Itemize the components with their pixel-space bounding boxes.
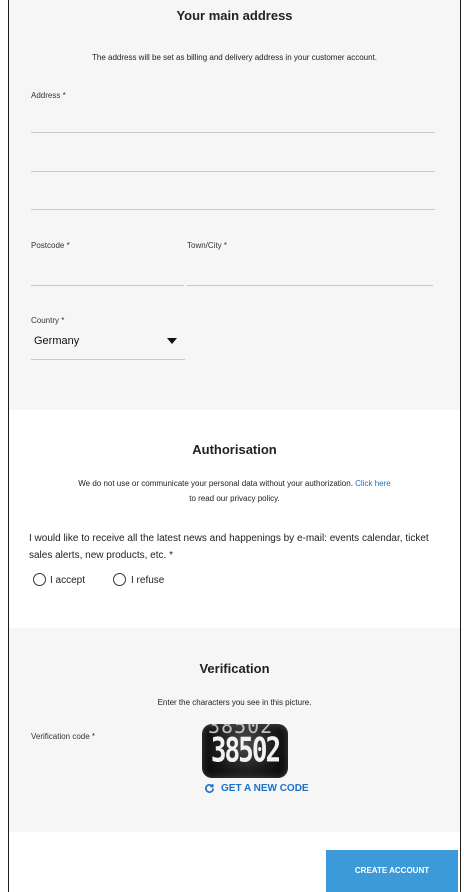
address-label: Address *	[31, 91, 66, 100]
create-account-button[interactable]: CREATE ACCOUNT	[326, 850, 458, 892]
captcha-text: 38502	[210, 731, 281, 771]
country-label: Country *	[31, 316, 65, 325]
authorisation-section: Authorisation We do not use or communica…	[9, 410, 460, 628]
privacy-text: We do not use or communicate your person…	[78, 479, 353, 488]
refuse-radio[interactable]	[113, 573, 126, 586]
refuse-label[interactable]: I refuse	[131, 575, 164, 586]
address-line-2-input[interactable]	[31, 171, 435, 172]
accept-label[interactable]: I accept	[50, 575, 85, 586]
address-line-3-input[interactable]	[31, 209, 435, 210]
postcode-label: Postcode *	[31, 241, 70, 250]
postcode-input[interactable]	[31, 285, 184, 286]
privacy-text-line1: We do not use or communicate your person…	[9, 479, 460, 488]
country-value: Germany	[34, 335, 80, 347]
verification-section: Verification Enter the characters you se…	[9, 628, 460, 832]
country-select[interactable]: Germany	[31, 330, 185, 360]
verification-instructions: Enter the characters you see in this pic…	[157, 698, 312, 707]
caret-down-icon	[167, 338, 177, 344]
captcha-image: 38502 38502	[202, 724, 288, 778]
get-new-code-button[interactable]: GET A NEW CODE	[204, 783, 309, 794]
verification-code-label: Verification code *	[31, 732, 96, 741]
town-label: Town/City *	[187, 241, 228, 250]
town-input[interactable]	[187, 285, 433, 286]
newsletter-text: I would like to receive all the latest n…	[29, 533, 429, 561]
authorisation-title: Authorisation	[192, 442, 277, 457]
privacy-link[interactable]: Click here	[355, 479, 391, 488]
refresh-icon	[205, 783, 214, 793]
get-new-code-label: GET A NEW CODE	[221, 783, 309, 794]
address-title: Your main address	[176, 8, 293, 23]
address-line-1-input[interactable]	[31, 132, 435, 133]
address-section: Your main address The address will be se…	[9, 0, 460, 410]
verification-title: Verification	[199, 661, 270, 676]
privacy-text-line2: to read our privacy policy.	[189, 494, 280, 503]
accept-radio[interactable]	[33, 573, 46, 586]
address-subtitle: The address will be set as billing and d…	[91, 53, 378, 62]
country-underline	[31, 359, 185, 360]
